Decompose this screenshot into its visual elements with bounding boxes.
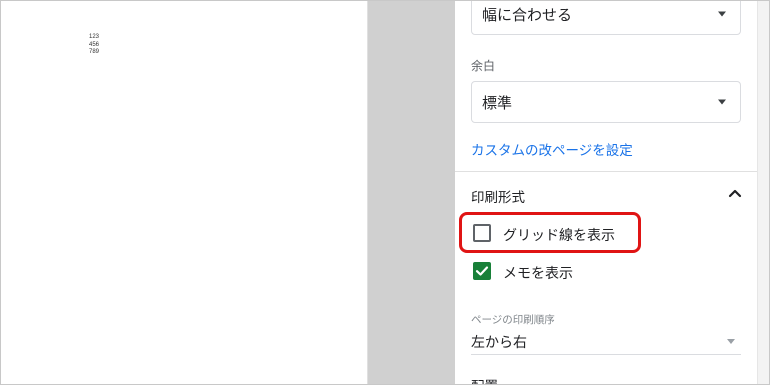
checkbox-checked-icon[interactable] <box>473 262 491 280</box>
preview-cells: 123 456 789 <box>89 34 99 57</box>
preview-gutter <box>368 1 455 384</box>
preview-cell: 456 <box>89 41 100 48</box>
chevron-up-icon[interactable] <box>727 185 743 201</box>
scrollbar[interactable] <box>757 1 769 384</box>
dropdown-caret-icon <box>718 11 726 17</box>
margin-label: 余白 <box>471 59 496 73</box>
show-notes-label: メモを表示 <box>503 266 573 282</box>
print-format-title: 印刷形式 <box>471 190 525 206</box>
dropdown-caret-icon <box>718 99 726 105</box>
margin-value: 標準 <box>482 93 513 112</box>
settings-panel: 幅に合わせる 余白 標準 カスタムの改ページを設定 印刷形式 グリッド線を表示 … <box>455 1 757 384</box>
page-order-underline <box>471 354 741 355</box>
show-notes-checkbox[interactable]: メモを表示 <box>469 259 719 287</box>
print-settings-window: 123 456 789 幅に合わせる 余白 標準 カスタムの改ページを設定 印刷… <box>0 0 770 385</box>
print-preview-page: 123 456 789 <box>1 1 368 384</box>
preview-cell: 123 <box>89 34 100 40</box>
margin-select[interactable]: 標準 <box>471 81 741 123</box>
annotation-highlight-box <box>459 212 641 253</box>
fit-scale-select[interactable]: 幅に合わせる <box>471 1 741 35</box>
fit-scale-value: 幅に合わせる <box>482 5 573 24</box>
placement-section-title: 配置 <box>471 375 498 384</box>
section-divider <box>455 171 757 172</box>
custom-page-break-link[interactable]: カスタムの改ページを設定 <box>471 139 633 159</box>
page-order-select[interactable]: 左から右 <box>471 332 527 352</box>
checkmark-icon <box>475 266 489 276</box>
page-order-label: ページの印刷順序 <box>471 314 555 326</box>
dropdown-caret-icon[interactable] <box>727 339 735 344</box>
preview-cell: 789 <box>89 49 100 55</box>
